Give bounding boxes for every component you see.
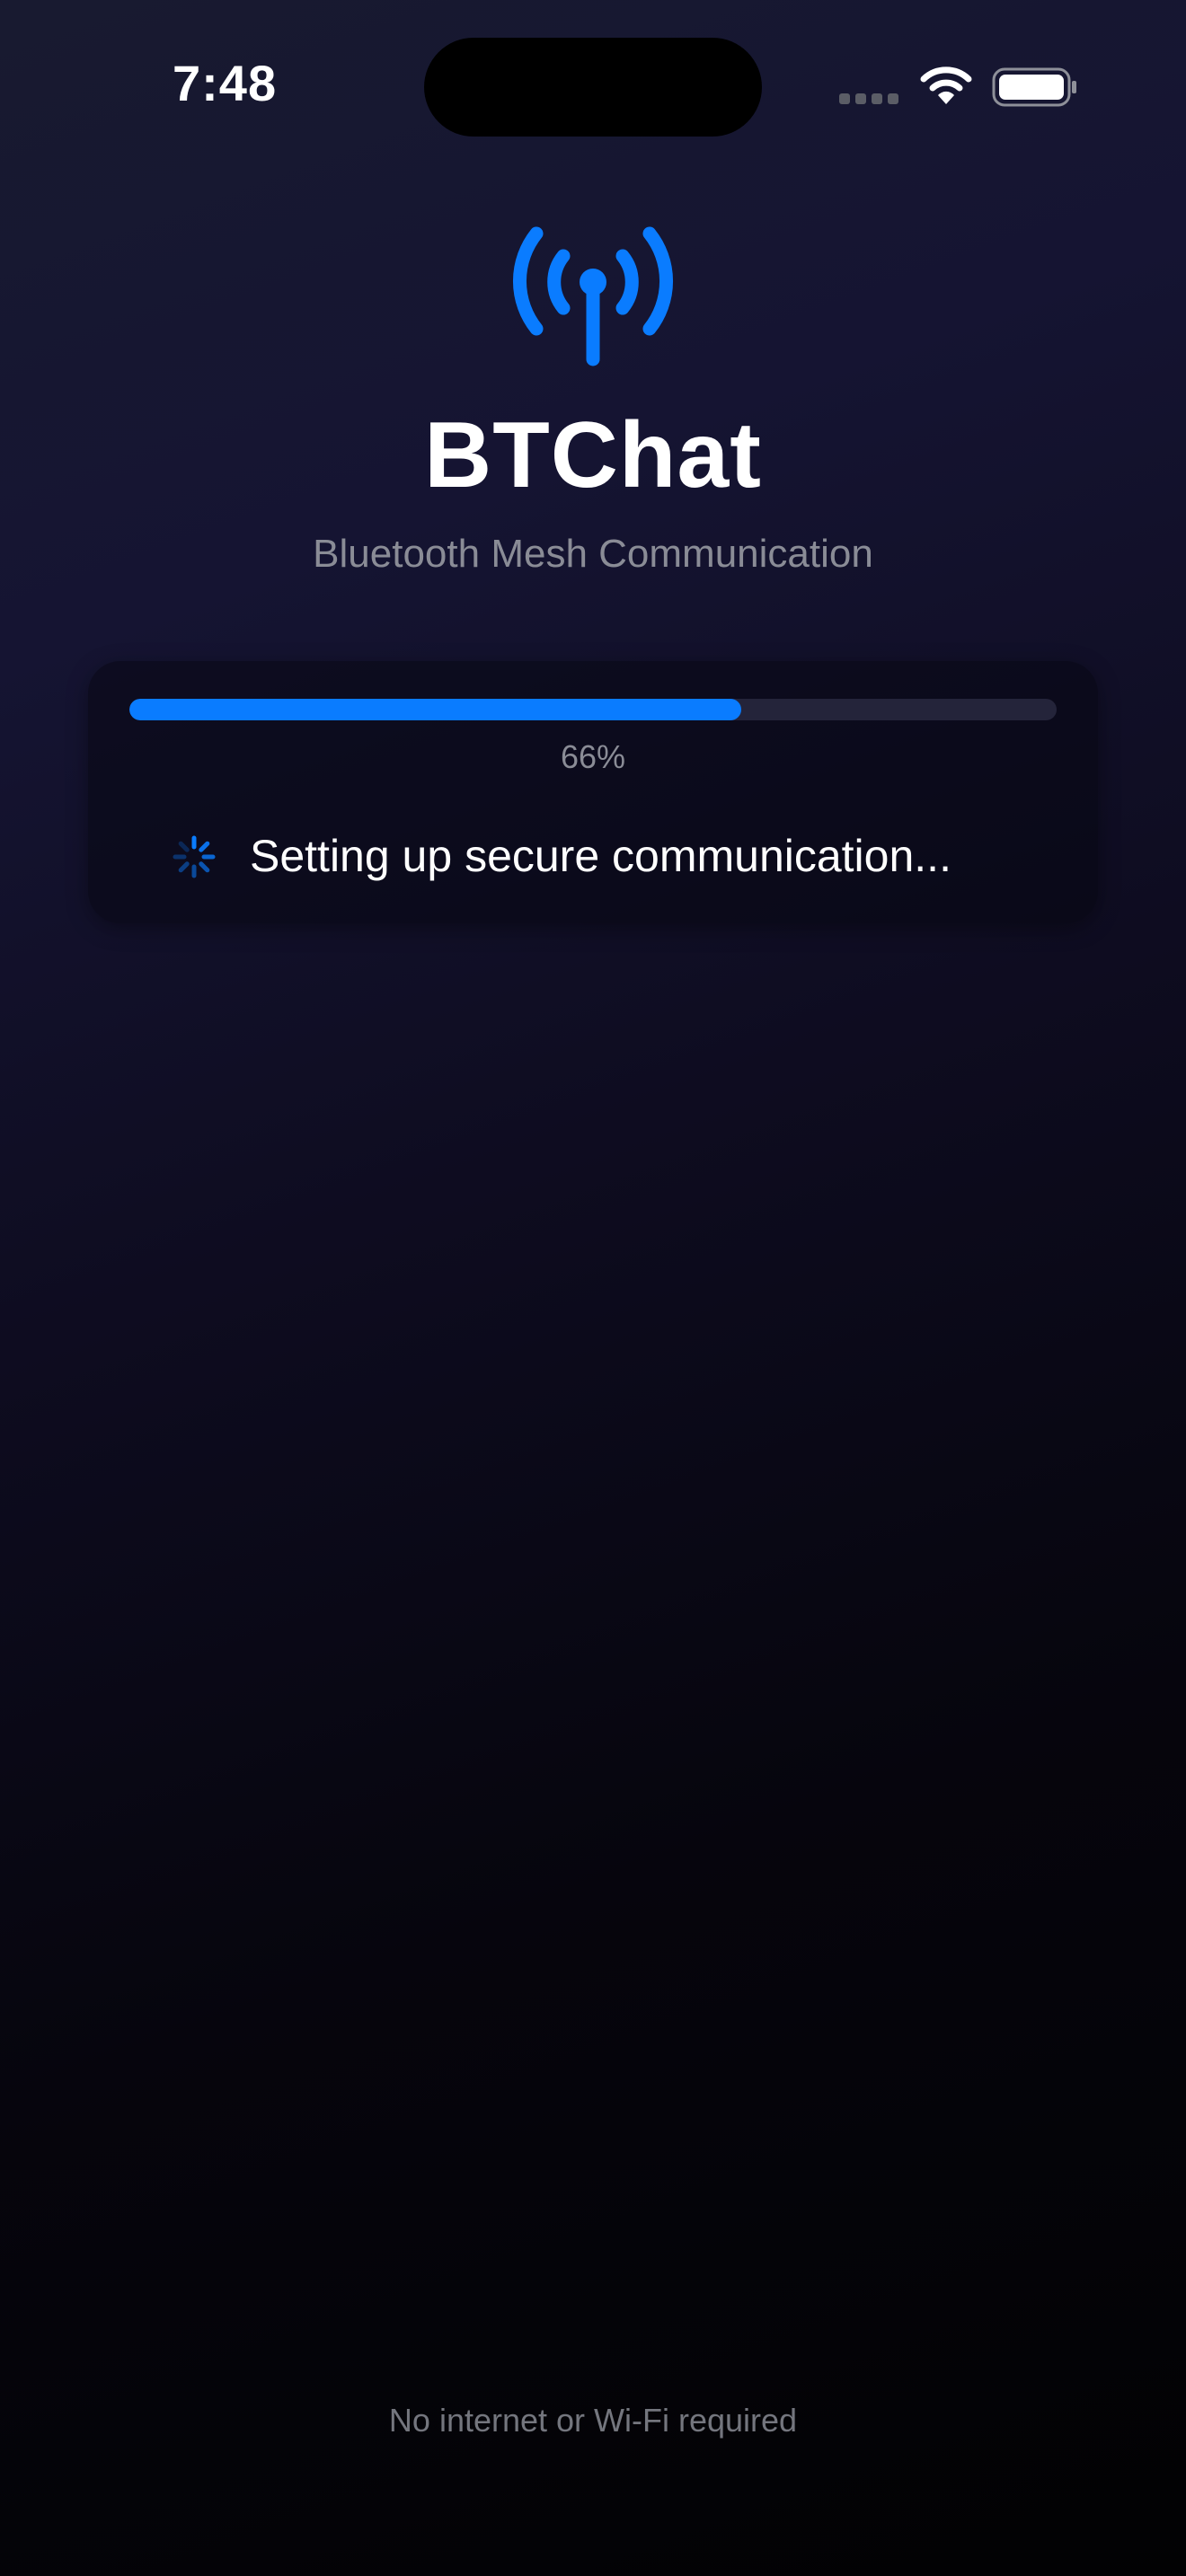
status-time: 7:48 [173,55,278,111]
status-bar: 7:48 [0,0,1186,180]
progress-card: 66% Setting up secure communication... [88,661,1098,923]
progress-status-text: Setting up secure communication... [250,831,951,881]
battery-icon [992,67,1076,107]
progress-bar-fill [129,699,742,720]
antenna-radiowaves-icon [513,226,673,366]
progress-percent: 66% [560,738,626,775]
footer-note: No internet or Wi-Fi required [388,2402,798,2439]
cellular-signal-icon [839,93,898,104]
app-title: BTChat [424,403,762,507]
wifi-icon [920,66,972,104]
dynamic-island [424,38,762,137]
progress-bar [129,699,1057,720]
app-subtitle: Bluetooth Mesh Communication [313,532,873,576]
activity-spinner-icon [173,835,216,878]
